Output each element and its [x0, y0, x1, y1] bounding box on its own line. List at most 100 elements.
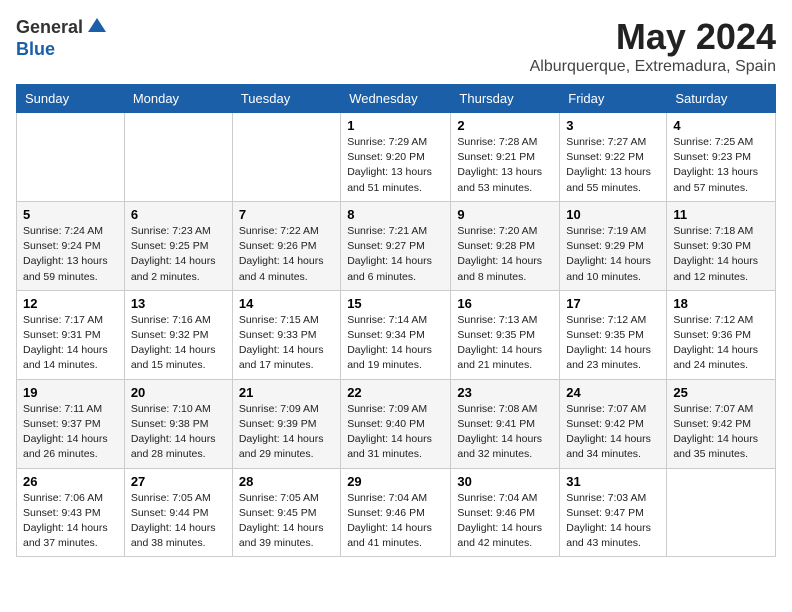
- week-row-4: 19 Sunrise: 7:11 AM Sunset: 9:37 PM Dayli…: [17, 379, 776, 468]
- day-number: 16: [457, 296, 553, 311]
- week-row-2: 5 Sunrise: 7:24 AM Sunset: 9:24 PM Daylig…: [17, 201, 776, 290]
- day-number: 30: [457, 474, 553, 489]
- day-number: 19: [23, 385, 118, 400]
- day-info: Sunrise: 7:10 AM Sunset: 9:38 PM Dayligh…: [131, 402, 226, 463]
- week-row-3: 12 Sunrise: 7:17 AM Sunset: 9:31 PM Dayli…: [17, 290, 776, 379]
- weekday-header-tuesday: Tuesday: [232, 85, 340, 113]
- day-info: Sunrise: 7:07 AM Sunset: 9:42 PM Dayligh…: [673, 402, 769, 463]
- day-number: 10: [566, 207, 660, 222]
- day-cell: [17, 113, 125, 202]
- weekday-header-friday: Friday: [560, 85, 667, 113]
- day-number: 4: [673, 118, 769, 133]
- day-info: Sunrise: 7:18 AM Sunset: 9:30 PM Dayligh…: [673, 224, 769, 285]
- weekday-header-sunday: Sunday: [17, 85, 125, 113]
- day-cell: [232, 113, 340, 202]
- day-info: Sunrise: 7:13 AM Sunset: 9:35 PM Dayligh…: [457, 313, 553, 374]
- day-cell: 18 Sunrise: 7:12 AM Sunset: 9:36 PM Dayli…: [667, 290, 776, 379]
- day-cell: 21 Sunrise: 7:09 AM Sunset: 9:39 PM Dayli…: [232, 379, 340, 468]
- day-cell: 13Sunrise: 7:16 AM Sunset: 9:32 PM Dayli…: [124, 290, 232, 379]
- day-info: Sunrise: 7:04 AM Sunset: 9:46 PM Dayligh…: [457, 491, 553, 552]
- day-number: 3: [566, 118, 660, 133]
- day-info: Sunrise: 7:19 AM Sunset: 9:29 PM Dayligh…: [566, 224, 660, 285]
- weekday-header-wednesday: Wednesday: [341, 85, 451, 113]
- day-info: Sunrise: 7:16 AM Sunset: 9:32 PM Dayligh…: [131, 313, 226, 374]
- day-cell: 10 Sunrise: 7:19 AM Sunset: 9:29 PM Dayli…: [560, 201, 667, 290]
- weekday-header-thursday: Thursday: [451, 85, 560, 113]
- day-cell: 17 Sunrise: 7:12 AM Sunset: 9:35 PM Dayli…: [560, 290, 667, 379]
- day-number: 2: [457, 118, 553, 133]
- day-cell: [667, 468, 776, 557]
- day-cell: 22 Sunrise: 7:09 AM Sunset: 9:40 PM Dayli…: [341, 379, 451, 468]
- header: General Blue May 2024 Alburquerque, Extr…: [16, 16, 776, 76]
- weekday-header-row: SundayMondayTuesdayWednesdayThursdayFrid…: [17, 85, 776, 113]
- day-cell: 7 Sunrise: 7:22 AM Sunset: 9:26 PM Daylig…: [232, 201, 340, 290]
- day-cell: 27 Sunrise: 7:05 AM Sunset: 9:44 PM Dayli…: [124, 468, 232, 557]
- day-number: 31: [566, 474, 660, 489]
- logo: General Blue: [16, 16, 106, 60]
- day-cell: 15Sunrise: 7:14 AM Sunset: 9:34 PM Dayli…: [341, 290, 451, 379]
- day-number: 25: [673, 385, 769, 400]
- day-cell: 11 Sunrise: 7:18 AM Sunset: 9:30 PM Dayli…: [667, 201, 776, 290]
- day-cell: [124, 113, 232, 202]
- day-info: Sunrise: 7:23 AM Sunset: 9:25 PM Dayligh…: [131, 224, 226, 285]
- title-area: May 2024 Alburquerque, Extremadura, Spai…: [530, 16, 776, 76]
- day-number: 26: [23, 474, 118, 489]
- day-cell: 2 Sunrise: 7:28 AM Sunset: 9:21 PM Daylig…: [451, 113, 560, 202]
- day-info: Sunrise: 7:28 AM Sunset: 9:21 PM Dayligh…: [457, 135, 553, 196]
- day-cell: 24Sunrise: 7:07 AM Sunset: 9:42 PM Dayli…: [560, 379, 667, 468]
- day-cell: 16 Sunrise: 7:13 AM Sunset: 9:35 PM Dayli…: [451, 290, 560, 379]
- day-info: Sunrise: 7:20 AM Sunset: 9:28 PM Dayligh…: [457, 224, 553, 285]
- week-row-1: 1 Sunrise: 7:29 AM Sunset: 9:20 PM Daylig…: [17, 113, 776, 202]
- day-info: Sunrise: 7:24 AM Sunset: 9:24 PM Dayligh…: [23, 224, 118, 285]
- day-cell: 19 Sunrise: 7:11 AM Sunset: 9:37 PM Dayli…: [17, 379, 125, 468]
- day-info: Sunrise: 7:03 AM Sunset: 9:47 PM Dayligh…: [566, 491, 660, 552]
- day-info: Sunrise: 7:12 AM Sunset: 9:35 PM Dayligh…: [566, 313, 660, 374]
- day-info: Sunrise: 7:22 AM Sunset: 9:26 PM Dayligh…: [239, 224, 334, 285]
- day-number: 5: [23, 207, 118, 222]
- day-cell: 1 Sunrise: 7:29 AM Sunset: 9:20 PM Daylig…: [341, 113, 451, 202]
- day-number: 21: [239, 385, 334, 400]
- day-number: 8: [347, 207, 444, 222]
- day-cell: 9Sunrise: 7:20 AM Sunset: 9:28 PM Daylig…: [451, 201, 560, 290]
- day-info: Sunrise: 7:11 AM Sunset: 9:37 PM Dayligh…: [23, 402, 118, 463]
- location-title: Alburquerque, Extremadura, Spain: [530, 58, 776, 76]
- day-info: Sunrise: 7:05 AM Sunset: 9:44 PM Dayligh…: [131, 491, 226, 552]
- day-cell: 31 Sunrise: 7:03 AM Sunset: 9:47 PM Dayli…: [560, 468, 667, 557]
- day-cell: 12 Sunrise: 7:17 AM Sunset: 9:31 PM Dayli…: [17, 290, 125, 379]
- day-info: Sunrise: 7:09 AM Sunset: 9:39 PM Dayligh…: [239, 402, 334, 463]
- day-number: 11: [673, 207, 769, 222]
- day-info: Sunrise: 7:12 AM Sunset: 9:36 PM Dayligh…: [673, 313, 769, 374]
- day-cell: 29Sunrise: 7:04 AM Sunset: 9:46 PM Dayli…: [341, 468, 451, 557]
- day-info: Sunrise: 7:29 AM Sunset: 9:20 PM Dayligh…: [347, 135, 444, 196]
- day-cell: 3 Sunrise: 7:27 AM Sunset: 9:22 PM Daylig…: [560, 113, 667, 202]
- day-cell: 23Sunrise: 7:08 AM Sunset: 9:41 PM Dayli…: [451, 379, 560, 468]
- day-number: 1: [347, 118, 444, 133]
- day-number: 28: [239, 474, 334, 489]
- day-number: 20: [131, 385, 226, 400]
- day-info: Sunrise: 7:25 AM Sunset: 9:23 PM Dayligh…: [673, 135, 769, 196]
- day-number: 14: [239, 296, 334, 311]
- day-info: Sunrise: 7:09 AM Sunset: 9:40 PM Dayligh…: [347, 402, 444, 463]
- day-number: 18: [673, 296, 769, 311]
- day-number: 7: [239, 207, 334, 222]
- day-cell: 8 Sunrise: 7:21 AM Sunset: 9:27 PM Daylig…: [341, 201, 451, 290]
- day-number: 12: [23, 296, 118, 311]
- day-info: Sunrise: 7:08 AM Sunset: 9:41 PM Dayligh…: [457, 402, 553, 463]
- day-cell: 25 Sunrise: 7:07 AM Sunset: 9:42 PM Dayli…: [667, 379, 776, 468]
- calendar-table: SundayMondayTuesdayWednesdayThursdayFrid…: [16, 84, 776, 557]
- day-info: Sunrise: 7:21 AM Sunset: 9:27 PM Dayligh…: [347, 224, 444, 285]
- day-cell: 4 Sunrise: 7:25 AM Sunset: 9:23 PM Daylig…: [667, 113, 776, 202]
- day-number: 29: [347, 474, 444, 489]
- day-info: Sunrise: 7:17 AM Sunset: 9:31 PM Dayligh…: [23, 313, 118, 374]
- day-cell: 5 Sunrise: 7:24 AM Sunset: 9:24 PM Daylig…: [17, 201, 125, 290]
- month-title: May 2024: [530, 16, 776, 58]
- day-number: 15: [347, 296, 444, 311]
- day-info: Sunrise: 7:05 AM Sunset: 9:45 PM Dayligh…: [239, 491, 334, 552]
- day-number: 17: [566, 296, 660, 311]
- logo-blue-text: Blue: [16, 39, 55, 59]
- day-info: Sunrise: 7:27 AM Sunset: 9:22 PM Dayligh…: [566, 135, 660, 196]
- day-number: 22: [347, 385, 444, 400]
- day-number: 27: [131, 474, 226, 489]
- day-cell: 28 Sunrise: 7:05 AM Sunset: 9:45 PM Dayli…: [232, 468, 340, 557]
- day-info: Sunrise: 7:15 AM Sunset: 9:33 PM Dayligh…: [239, 313, 334, 374]
